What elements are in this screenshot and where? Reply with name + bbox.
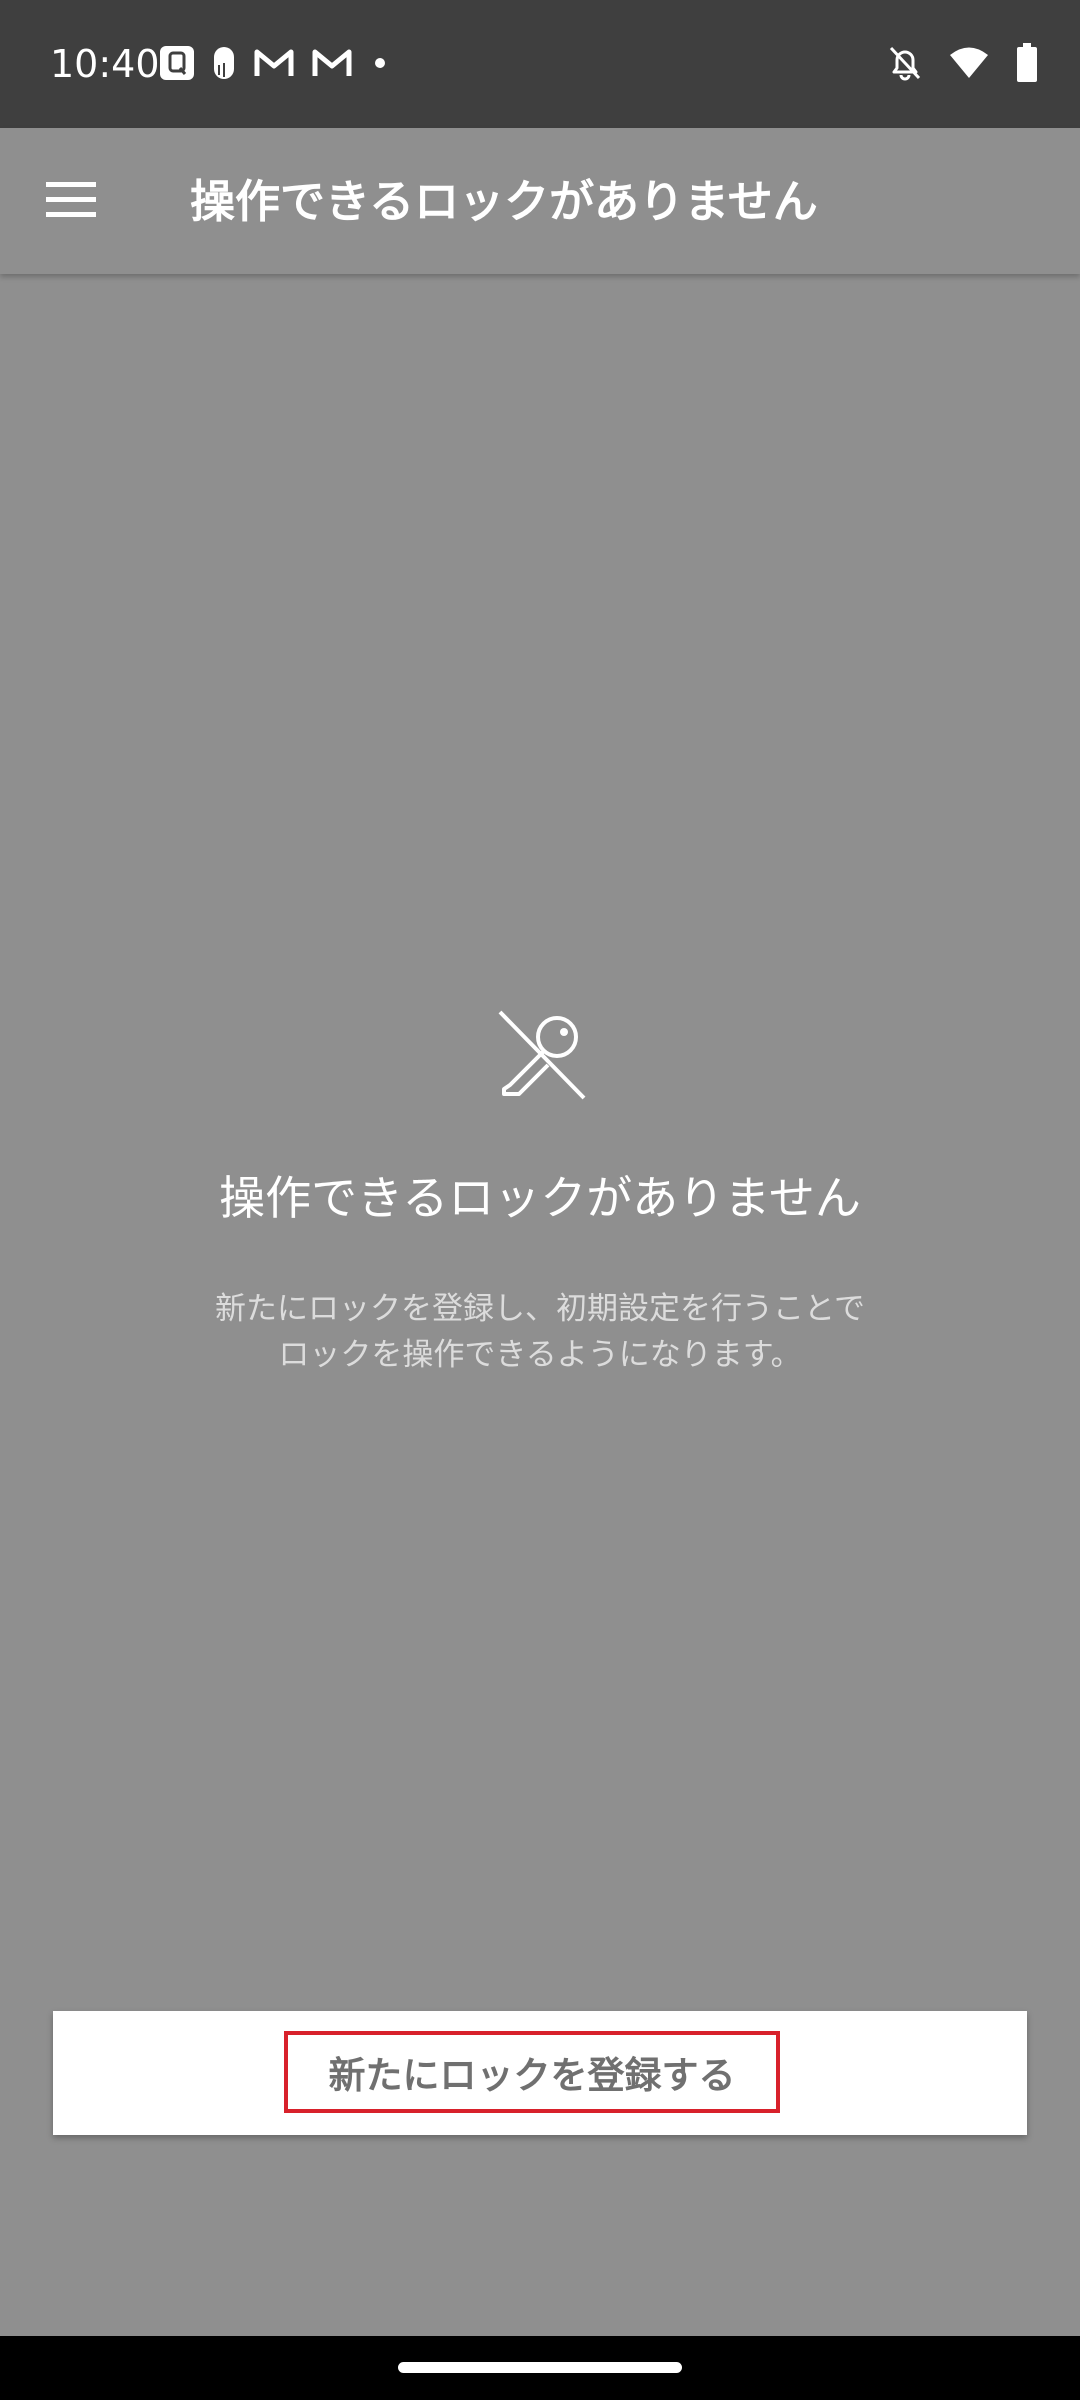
empty-state-description: 新たにロックを登録し、初期設定を行うことでロックを操作できるようになります。	[214, 1291, 866, 1373]
register-lock-card: 新たにロックを登録する	[53, 2011, 1027, 2135]
no-key-icon	[488, 1002, 592, 1106]
navigation-bar	[0, 2336, 1080, 2400]
q-app-icon	[160, 46, 194, 84]
page-title: 操作できるロックがありません	[190, 175, 818, 228]
status-notification-icons	[160, 42, 390, 88]
battery-icon	[1016, 43, 1038, 87]
wifi-icon	[948, 46, 990, 84]
app-bar: 操作できるロックがありません	[0, 128, 1080, 274]
menu-icon[interactable]	[46, 180, 96, 220]
notifications-off-icon	[888, 45, 922, 85]
notification-dot-icon	[370, 53, 390, 77]
status-bar: 10:40	[0, 0, 1080, 128]
gmail-icon	[312, 48, 352, 82]
home-handle[interactable]	[398, 2362, 682, 2373]
finger-app-icon	[212, 45, 236, 85]
status-time: 10:40	[50, 42, 160, 86]
gmail-icon	[254, 48, 294, 82]
empty-state-title: 操作できるロックがありません	[219, 1171, 861, 1225]
register-lock-button[interactable]: 新たにロックを登録する	[284, 2031, 780, 2113]
status-system-icons	[888, 40, 1038, 90]
